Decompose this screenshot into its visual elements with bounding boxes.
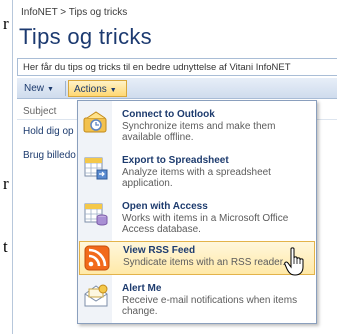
menu-item-title: Connect to Outlook	[122, 109, 215, 120]
toolbar-separator	[65, 81, 66, 96]
menu-item-export-spreadsheet[interactable]: Export to Spreadsheet Analyze items with…	[79, 149, 315, 195]
page-fragment-char-2: r	[3, 174, 9, 193]
menu-item-title: View RSS Feed	[123, 245, 196, 256]
page-fragment-char-1: r	[3, 14, 9, 33]
menu-item-view-rss[interactable]: View RSS Feed Syndicate items with an RS…	[79, 241, 315, 275]
actions-menu: Connect to Outlook Synchronize items and…	[77, 100, 317, 324]
actions-button-label: Actions	[74, 84, 107, 95]
menu-item-description: Synchronize items and make them availabl…	[122, 121, 276, 143]
hand-cursor-icon	[284, 247, 304, 276]
new-button[interactable]: New ▼	[19, 80, 63, 97]
menu-item-connect-outlook[interactable]: Connect to Outlook Synchronize items and…	[79, 103, 315, 149]
menu-item-title: Alert Me	[122, 283, 162, 294]
list-description: Her får du tips og tricks til en bedre u…	[17, 58, 337, 76]
list-item[interactable]: Hold dig op	[23, 126, 74, 137]
chevron-down-icon: ▼	[47, 86, 54, 93]
alert-me-icon	[84, 284, 108, 307]
new-button-label: New	[24, 83, 45, 94]
list-toolbar: New ▼ Actions ▼	[17, 78, 337, 99]
menu-item-description: Analyze items with a spreadsheet applica…	[122, 167, 271, 189]
chevron-down-icon: ▼	[109, 87, 117, 94]
page-title: Tips og tricks	[19, 24, 152, 49]
page-fragment-char-3: t	[3, 237, 8, 256]
menu-item-alert-me[interactable]: Alert Me Receive e-mail notifications wh…	[79, 277, 315, 323]
rss-feed-icon	[84, 245, 110, 271]
list-item[interactable]: Brug billedo	[23, 150, 76, 161]
menu-item-open-access[interactable]: Open with Access Works with items in a M…	[79, 195, 315, 241]
menu-item-description: Works with items in a Microsoft Office A…	[122, 213, 289, 235]
breadcrumb[interactable]: InfoNET > Tips og tricks	[21, 7, 127, 18]
outlook-connect-icon	[83, 111, 107, 133]
access-database-icon	[84, 203, 108, 226]
menu-item-title: Open with Access	[122, 201, 208, 212]
spreadsheet-export-icon	[84, 157, 108, 180]
menu-item-description: Receive e-mail notifications when items …	[122, 295, 298, 317]
actions-button[interactable]: Actions ▼	[68, 80, 127, 97]
menu-item-title: Export to Spreadsheet	[122, 155, 229, 166]
